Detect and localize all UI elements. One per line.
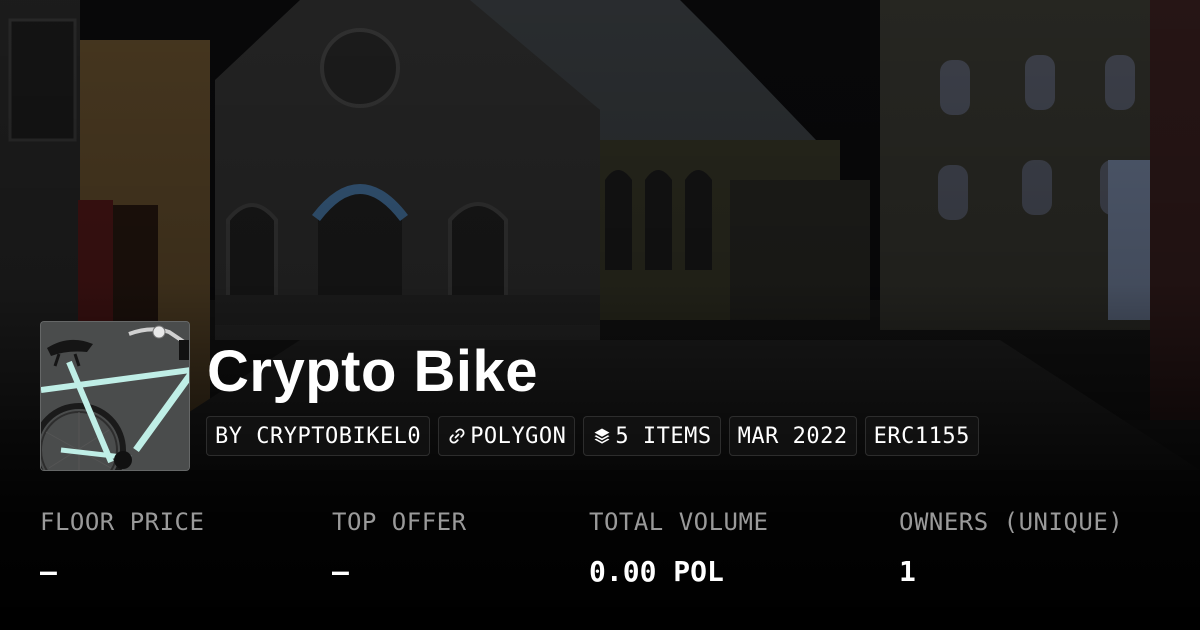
floor-price-label: FLOOR PRICE	[40, 508, 205, 536]
collection-title: Crypto Bike	[207, 339, 539, 404]
layers-icon	[592, 426, 612, 446]
collection-thumbnail	[40, 321, 190, 471]
created-date-label: MAR 2022	[737, 423, 848, 449]
top-offer-stat: TOP OFFER –	[332, 506, 467, 588]
floor-price-stat: FLOOR PRICE –	[40, 506, 204, 588]
link-icon	[447, 426, 467, 446]
bicycle-image	[41, 322, 189, 470]
total-volume-stat: TOTAL VOLUME 0.00 POL	[589, 506, 768, 588]
collection-meta-chips: BY CRYPTOBIKEL0 POLYGON 5 ITEMS MAR 2022…	[206, 416, 979, 456]
top-offer-label: TOP OFFER	[332, 508, 467, 536]
token-standard-label: ERC1155	[873, 423, 970, 449]
creator-label: BY CRYPTOBIKEL0	[215, 423, 422, 449]
floor-price-value: –	[40, 555, 57, 588]
top-offer-value: –	[332, 555, 349, 588]
total-volume-value: 0.00 POL	[589, 555, 724, 588]
creator-chip[interactable]: BY CRYPTOBIKEL0	[206, 416, 431, 456]
items-label: 5 ITEMS	[615, 423, 712, 449]
owners-stat: OWNERS (UNIQUE) 1	[899, 506, 1123, 588]
items-chip: 5 ITEMS	[583, 416, 721, 456]
token-standard-chip: ERC1155	[864, 416, 979, 456]
owners-value: 1	[899, 555, 916, 588]
total-volume-label: TOTAL VOLUME	[589, 508, 769, 536]
chain-label: POLYGON	[470, 423, 567, 449]
created-date-chip: MAR 2022	[728, 416, 857, 456]
owners-label: OWNERS (UNIQUE)	[899, 508, 1124, 536]
chain-chip[interactable]: POLYGON	[438, 416, 576, 456]
